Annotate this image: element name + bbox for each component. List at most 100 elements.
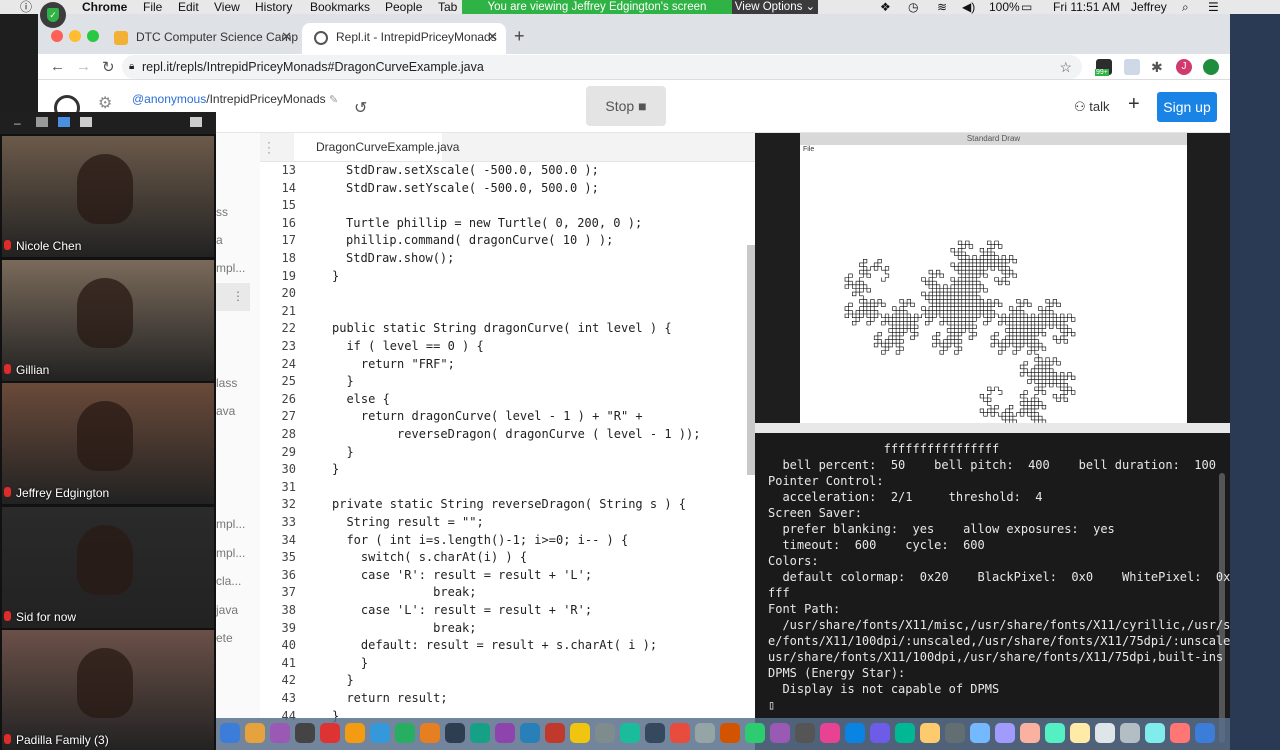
menu-bookmarks[interactable]: Bookmarks [310, 0, 370, 15]
dock-app-icon[interactable] [670, 723, 690, 743]
dock-app-icon[interactable] [845, 723, 865, 743]
code-text[interactable]: private static String reverseDragon( Str… [332, 496, 686, 514]
code-editor[interactable]: ⋮ DragonCurveExample.java 13 StdDraw.setX… [260, 133, 755, 750]
dock-app-icon[interactable] [995, 723, 1015, 743]
forward-icon[interactable]: → [76, 58, 91, 75]
code-text[interactable]: } [332, 655, 368, 673]
menu-history[interactable]: History [255, 0, 292, 15]
volume-icon[interactable]: ◀) [962, 0, 975, 15]
dock-app-icon[interactable] [1170, 723, 1190, 743]
code-text[interactable]: if ( level == 0 ) { [332, 338, 483, 356]
dropbox-icon[interactable]: ❖ [880, 0, 891, 15]
dock-app-icon[interactable] [420, 723, 440, 743]
puzzle-extensions-icon[interactable]: ✱ [1151, 59, 1167, 75]
dock-app-icon[interactable] [770, 723, 790, 743]
close-tab-icon[interactable]: ✕ [281, 23, 292, 51]
zoom-security-icon[interactable]: ✓ [40, 2, 66, 28]
editor-file-tab[interactable]: DragonCurveExample.java [294, 133, 459, 161]
dock-app-icon[interactable] [870, 723, 890, 743]
gallery-view-icon[interactable] [80, 117, 92, 127]
user-name[interactable]: Jeffrey [1131, 0, 1167, 15]
code-text[interactable]: return result; [332, 690, 447, 708]
dock-app-icon[interactable] [895, 723, 915, 743]
code-text[interactable]: } [332, 672, 353, 690]
speaker-view-icon[interactable] [58, 117, 70, 127]
file-item[interactable]: cla... [216, 574, 241, 588]
dock-app-icon[interactable] [920, 723, 940, 743]
repl-owner-link[interactable]: @anonymous [132, 92, 206, 106]
code-text[interactable]: String result = ""; [332, 514, 483, 532]
dock-app-icon[interactable] [395, 723, 415, 743]
dock-app-icon[interactable] [370, 723, 390, 743]
code-text[interactable]: public static String dragonCurve( int le… [332, 320, 672, 338]
code-text[interactable]: phillip.command( dragonCurve( 10 ) ); [346, 232, 613, 250]
more-options-icon[interactable]: ⋮ [232, 289, 244, 303]
code-text[interactable]: break; [332, 620, 476, 638]
dock-app-icon[interactable] [270, 723, 290, 743]
participant-tile[interactable]: Jeffrey Edgington [2, 383, 214, 504]
file-item[interactable]: java [216, 603, 238, 617]
standard-draw-file-menu[interactable]: File [803, 146, 814, 153]
exit-fullscreen-icon[interactable] [190, 117, 202, 127]
code-text[interactable]: StdDraw.setYscale( -500.0, 500.0 ); [346, 180, 599, 198]
close-tab-icon[interactable]: ✕ [487, 23, 498, 51]
edit-pencil-icon[interactable]: ✎ [329, 94, 338, 106]
new-repl-button[interactable]: + [1128, 93, 1140, 116]
battery-icon[interactable]: ▭ [1021, 0, 1032, 15]
dock-app-icon[interactable] [545, 723, 565, 743]
code-text[interactable]: break; [332, 584, 476, 602]
participant-tile[interactable]: Nicole Chen [2, 136, 214, 257]
panel-divider[interactable] [755, 423, 1230, 433]
dock-app-icon[interactable] [445, 723, 465, 743]
address-bar[interactable]: 🔒︎ repl.it/repls/IntrepidPriceyMonads#Dr… [122, 55, 1082, 79]
file-item[interactable]: lass [216, 376, 237, 390]
menu-file[interactable]: File [143, 0, 162, 15]
new-tab-icon[interactable]: + [514, 26, 525, 47]
dock-app-icon[interactable] [695, 723, 715, 743]
code-text[interactable]: default: result = result + s.charAt( i )… [332, 637, 657, 655]
back-icon[interactable]: ← [50, 58, 65, 75]
code-text[interactable]: case 'L': result = result + 'R'; [332, 602, 592, 620]
dock-app-icon[interactable] [745, 723, 765, 743]
dock-app-icon[interactable] [470, 723, 490, 743]
time-machine-icon[interactable]: ◷ [908, 0, 918, 15]
console-scrollbar[interactable] [1219, 473, 1225, 743]
code-text[interactable]: } [332, 373, 353, 391]
clock[interactable]: Fri 11:51 AM [1053, 0, 1120, 15]
tab-dtc-camp[interactable]: DTC Computer Science Camp ✕ [102, 23, 300, 54]
code-text[interactable]: Turtle phillip = new Turtle( 0, 200, 0 )… [346, 215, 642, 233]
file-item[interactable]: ss [216, 205, 228, 219]
menu-tab[interactable]: Tab [438, 0, 457, 15]
code-text[interactable]: else { [332, 391, 389, 409]
dock-app-icon[interactable] [570, 723, 590, 743]
battery-percent[interactable]: 100% [989, 0, 1020, 15]
code-text[interactable]: switch( s.charAt(i) ) { [332, 549, 527, 567]
thumbnail-view-icon[interactable] [36, 117, 48, 127]
code-text[interactable]: StdDraw.show(); [346, 250, 454, 268]
dock-app-icon[interactable] [1120, 723, 1140, 743]
reload-icon[interactable]: ↻ [102, 58, 115, 76]
code-text[interactable]: } [332, 268, 339, 286]
dock-app-icon[interactable] [295, 723, 315, 743]
dock-app-icon[interactable] [795, 723, 815, 743]
console-output[interactable]: ffffffffffffffff bell percent: 50 bell p… [755, 433, 1230, 750]
zoom-window-button[interactable] [87, 30, 99, 42]
code-text[interactable]: return "FRF"; [332, 356, 455, 374]
dock-app-icon[interactable] [520, 723, 540, 743]
code-text[interactable]: case 'R': result = result + 'L'; [332, 567, 592, 585]
settings-gear-icon[interactable]: ⚙ [98, 93, 112, 113]
sign-up-button[interactable]: Sign up [1157, 92, 1217, 122]
profile-avatar[interactable]: J [1176, 59, 1192, 75]
editor-scrollbar[interactable] [747, 245, 755, 475]
dock-app-icon[interactable] [620, 723, 640, 743]
repl-name[interactable]: /IntrepidPriceyMonads [206, 92, 325, 106]
tab-replit[interactable]: Repl.it - IntrepidPriceyMonads ✕ [302, 23, 506, 54]
file-item[interactable]: ete [216, 631, 233, 645]
participant-tile[interactable]: Sid for now [2, 506, 214, 628]
file-item[interactable]: mpl... [216, 261, 245, 275]
dock-app-icon[interactable] [220, 723, 240, 743]
document-extension-icon[interactable] [1124, 59, 1140, 75]
dock-app-icon[interactable] [595, 723, 615, 743]
menu-app-name[interactable]: Chrome [82, 0, 127, 15]
close-window-button[interactable] [51, 30, 63, 42]
